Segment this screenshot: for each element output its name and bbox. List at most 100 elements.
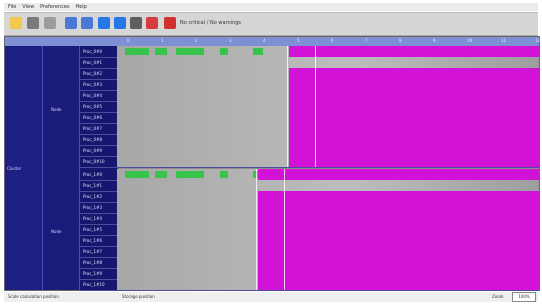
activity-segment[interactable] — [155, 48, 167, 55]
busy-segment[interactable] — [289, 101, 539, 112]
timeline-track — [117, 202, 539, 213]
busy-segment[interactable] — [258, 246, 539, 257]
minus-icon[interactable] — [130, 17, 142, 29]
timeline-track — [117, 268, 539, 279]
marker-line — [287, 145, 288, 156]
activity-segment[interactable] — [176, 48, 204, 55]
timeline-track — [117, 79, 539, 90]
marker-line — [284, 268, 285, 279]
busy-segment[interactable] — [289, 123, 539, 134]
busy-segment[interactable] — [258, 235, 539, 246]
row-label: Proc_1#1 — [83, 183, 102, 188]
zoom-in-icon[interactable] — [65, 17, 77, 29]
marker-line — [284, 224, 285, 235]
activity-segment[interactable] — [220, 171, 228, 178]
time-tick: 10 — [467, 38, 473, 43]
time-axis: 0 1 2 3 4 5 6 7 8 9 10 11 12 — [5, 37, 541, 46]
menu-file[interactable]: File — [8, 4, 16, 10]
gantt-view[interactable]: 0 1 2 3 4 5 6 7 8 9 10 11 12 Cluster Node Node Proc_… — [4, 36, 540, 291]
busy-segment[interactable] — [258, 191, 539, 202]
busy-segment[interactable] — [258, 279, 539, 290]
marker-line — [287, 68, 288, 79]
marker-line — [287, 134, 288, 145]
marker-line — [284, 246, 285, 257]
busy-segment[interactable] — [258, 169, 539, 180]
toolbar-status-text: No critical / No warnings — [180, 20, 242, 26]
group-column: Cluster — [5, 46, 42, 290]
menu-view[interactable]: View — [22, 4, 34, 10]
busy-segment[interactable] — [289, 145, 539, 156]
close-icon[interactable] — [27, 17, 39, 29]
table-row[interactable]: Proc_0#10 — [79, 156, 539, 168]
marker-line — [256, 224, 257, 235]
timeline-track — [117, 235, 539, 246]
busy-segment[interactable] — [289, 112, 539, 123]
activity-segment[interactable] — [125, 171, 149, 178]
marker-line — [287, 101, 288, 112]
busy-segment[interactable] — [258, 202, 539, 213]
marker-line — [287, 46, 288, 57]
timeline-track — [117, 246, 539, 257]
timeline-track — [117, 224, 539, 235]
marker-line — [284, 202, 285, 213]
marker-line — [284, 191, 285, 202]
row-label: Proc_0#10 — [83, 159, 105, 164]
arrow-left-icon[interactable] — [98, 17, 110, 29]
activity-segment[interactable] — [155, 171, 167, 178]
menu-preferences[interactable]: Preferences — [40, 4, 69, 10]
activity-segment[interactable] — [220, 48, 228, 55]
table-row[interactable]: Proc_1#10 — [79, 279, 539, 291]
marker-line — [315, 68, 316, 79]
zoom-input[interactable]: 100% — [512, 292, 536, 302]
marker-line — [315, 90, 316, 101]
row-label: Proc_1#0 — [83, 172, 102, 177]
time-tick: 1 — [161, 38, 164, 43]
busy-segment[interactable] — [258, 224, 539, 235]
status-bar: Scale calculation position Storage posit… — [4, 292, 538, 302]
row-label: Proc_0#1 — [83, 60, 102, 65]
timeline-track — [117, 191, 539, 202]
export-icon[interactable] — [44, 17, 56, 29]
row-label: Proc_1#8 — [83, 260, 102, 265]
busy-segment[interactable] — [289, 46, 539, 57]
marker-line — [256, 268, 257, 279]
arrow-right-icon[interactable] — [114, 17, 126, 29]
marker-line — [315, 123, 316, 134]
marker-line — [256, 257, 257, 268]
row-label: Proc_1#2 — [83, 194, 102, 199]
marker-line — [284, 279, 285, 290]
busy-segment[interactable] — [289, 134, 539, 145]
marker-line — [315, 145, 316, 156]
row-label: Proc_1#9 — [83, 271, 102, 276]
activity-segment[interactable] — [125, 48, 149, 55]
subgroup-label-b: Node — [51, 229, 62, 234]
busy-segment[interactable] — [258, 213, 539, 224]
activity-segment[interactable] — [253, 48, 263, 55]
time-tick: 11 — [501, 38, 507, 43]
busy-segment[interactable] — [289, 156, 539, 167]
folder-icon[interactable] — [10, 17, 22, 29]
busy-segment[interactable] — [289, 90, 539, 101]
busy-segment[interactable] — [289, 79, 539, 90]
timeline-track — [117, 112, 539, 123]
busy-segment[interactable] — [258, 268, 539, 279]
menu-help[interactable]: Help — [75, 4, 86, 10]
timeline-track — [117, 134, 539, 145]
warning-icon[interactable] — [146, 17, 158, 29]
timeline-track — [117, 46, 539, 57]
marker-line — [315, 57, 316, 68]
timeline-track — [117, 180, 539, 191]
refresh-icon[interactable] — [164, 17, 176, 29]
busy-segment[interactable] — [258, 257, 539, 268]
time-tick: 0 — [127, 38, 130, 43]
marker-line — [287, 79, 288, 90]
zoom-out-icon[interactable] — [81, 17, 93, 29]
activity-segment[interactable] — [176, 171, 204, 178]
subgroup-column: Node Node — [42, 46, 80, 290]
marker-line — [256, 180, 257, 191]
time-tick: 7 — [365, 38, 368, 43]
busy-segment[interactable] — [289, 68, 539, 79]
time-tick: 12 — [535, 38, 541, 43]
marker-line — [256, 191, 257, 202]
subgroup-label-a: Node — [51, 107, 62, 112]
